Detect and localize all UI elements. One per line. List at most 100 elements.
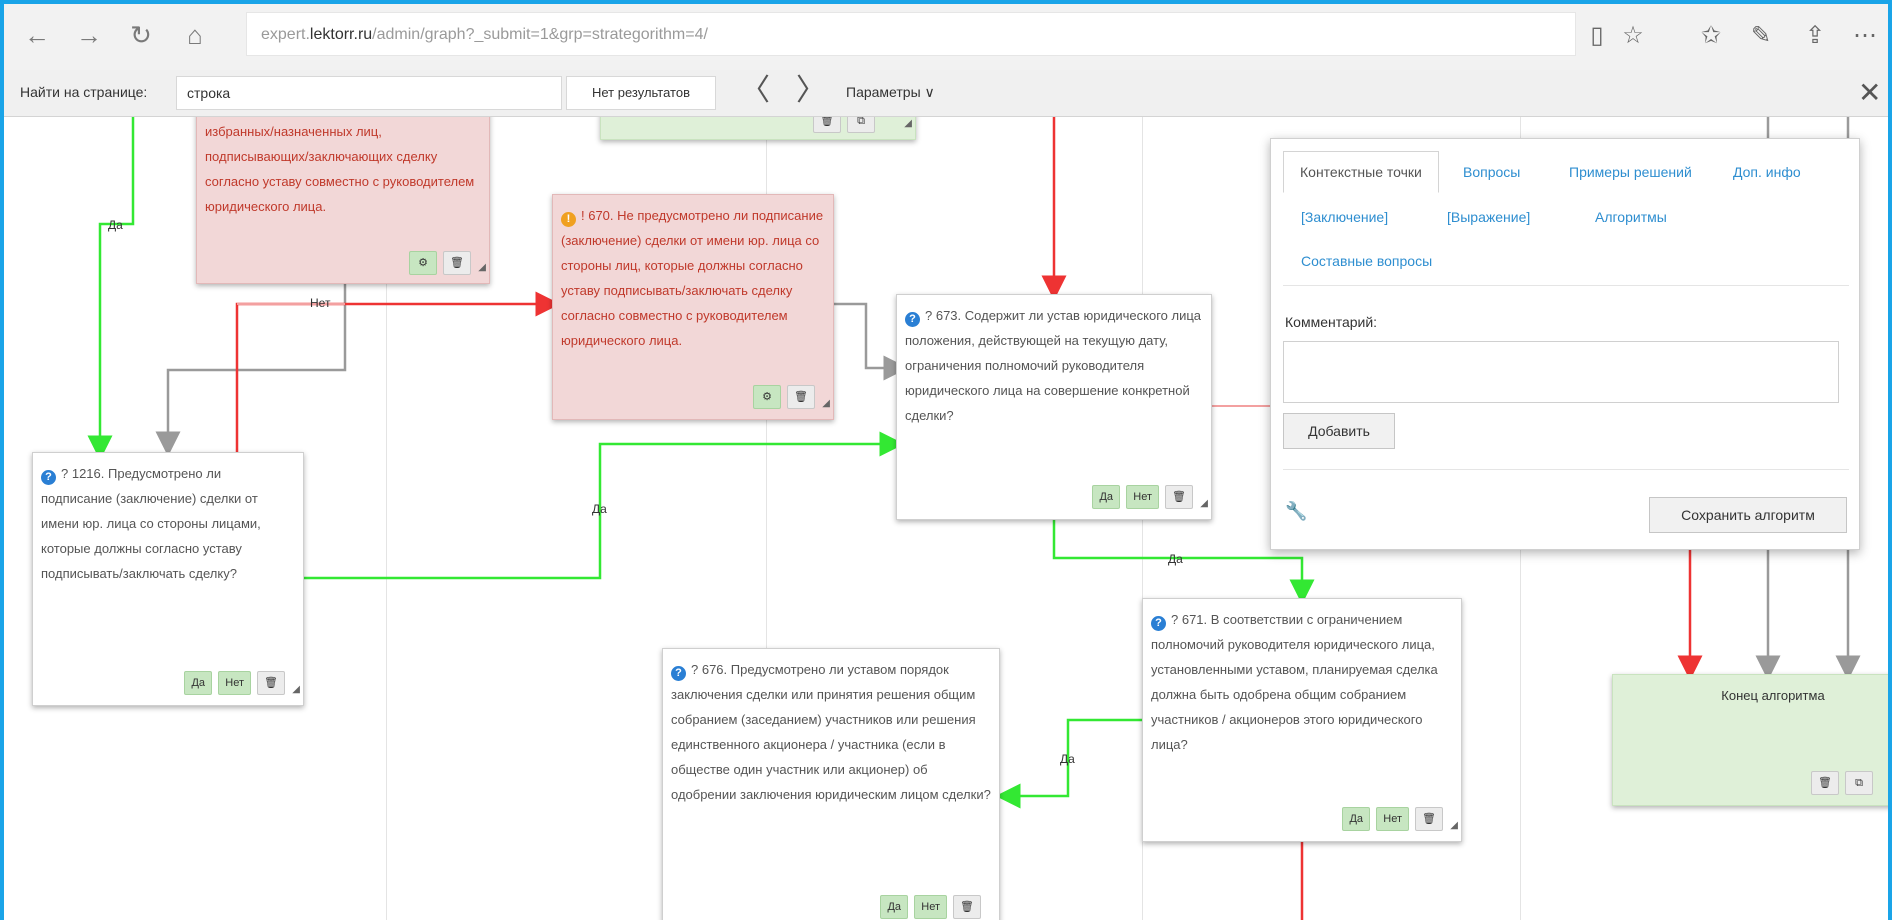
tab-solution-examples[interactable]: Примеры решений <box>1569 164 1692 180</box>
save-algorithm-button[interactable]: Сохранить алгоритм <box>1649 497 1847 533</box>
node-copy-button[interactable]: ⧉ <box>1845 771 1873 795</box>
node-text: Предусмотрено ли подписание (заключение)… <box>41 466 261 581</box>
flowchart-canvas[interactable]: Да Нет Да Да Да избранных/назначенных ли… <box>0 116 1892 920</box>
edge-yes <box>995 718 1142 809</box>
node-yes-button[interactable]: Да <box>1092 485 1121 509</box>
node-delete-button[interactable]: 🗑 <box>1811 771 1839 795</box>
warning-icon: ! <box>561 212 576 227</box>
find-options-button[interactable]: Параметры ∨ <box>846 84 935 101</box>
find-result: Нет результатов <box>566 76 716 110</box>
resize-handle-icon[interactable]: ◢ <box>1450 813 1458 838</box>
find-prev-icon[interactable]: 〈 <box>740 76 770 109</box>
back-icon[interactable]: ← <box>20 18 54 52</box>
tab-algorithms[interactable]: Алгоритмы <box>1595 209 1667 225</box>
node-id: ? 671. <box>1171 612 1208 627</box>
node-delete-button[interactable]: 🗑 <box>257 671 285 695</box>
share-icon[interactable]: ⇪ <box>1800 20 1830 50</box>
divider <box>1283 285 1849 286</box>
edge-no <box>235 291 561 452</box>
edge-label-yes: Да <box>108 218 123 232</box>
favorite-icon[interactable]: ☆ <box>1618 20 1648 50</box>
tab-compound-questions[interactable]: Составные вопросы <box>1301 253 1432 269</box>
node-copy-button[interactable]: ⧉ <box>847 116 875 133</box>
question-icon: ? <box>671 666 686 681</box>
node-delete-button[interactable]: 🗑 <box>787 385 815 409</box>
tab-questions[interactable]: Вопросы <box>1463 164 1520 180</box>
node-id: ? 673. <box>925 308 962 323</box>
more-icon[interactable]: ⋯ <box>1850 20 1880 50</box>
node-id: ? 676. <box>691 662 728 677</box>
node-yes-button[interactable]: Да <box>880 895 909 919</box>
node-id: ! 670. <box>581 208 614 223</box>
forward-icon[interactable]: → <box>72 18 106 52</box>
node-delete-button[interactable]: 🗑 <box>953 895 981 919</box>
url-path: /admin/graph?_submit=1&grp=strategorithm… <box>372 26 708 43</box>
flow-node-1216[interactable]: ? ? 1216. Предусмотрено ли подписание (за… <box>32 452 304 706</box>
reading-view-icon[interactable]: ▯ <box>1582 20 1612 50</box>
edge-yes <box>87 116 135 461</box>
algorithm-panel: Контекстные точки Вопросы Примеры решени… <box>1270 138 1860 550</box>
browser-toolbar: ← → ↻ ⌂ expert.lektorr.ru/admin/graph?_s… <box>0 0 1892 71</box>
edge-label-yes: Да <box>1168 552 1183 566</box>
node-text: В соответствии с ограничением полномочий… <box>1151 612 1438 752</box>
favorites-list-icon[interactable]: ✩ <box>1696 20 1726 50</box>
node-no-button[interactable]: Нет <box>914 895 947 919</box>
home-icon[interactable]: ⌂ <box>178 18 212 52</box>
resize-handle-icon[interactable]: ◢ <box>822 391 830 416</box>
comment-label: Комментарий: <box>1285 314 1378 330</box>
node-delete-button[interactable]: 🗑 <box>443 251 471 275</box>
add-button[interactable]: Добавить <box>1283 413 1395 449</box>
node-text: Содержит ли устав юридического лица поло… <box>905 308 1202 423</box>
node-gear-button[interactable]: ⚙ <box>753 385 781 409</box>
resize-handle-icon[interactable]: ◢ <box>904 116 912 136</box>
tab-expression[interactable]: [Выражение] <box>1447 209 1530 225</box>
node-text: Не предусмотрено ли подписание (заключен… <box>561 208 824 348</box>
find-label: Найти на странице: <box>20 84 148 100</box>
resize-handle-icon[interactable]: ◢ <box>1200 491 1208 516</box>
node-text: Конец алгоритма <box>1721 688 1825 703</box>
url-prefix: expert. <box>261 26 310 43</box>
flow-node-green[interactable]: 🗑 ⧉ ◢ <box>600 116 916 140</box>
edge-label-no: Нет <box>310 296 331 310</box>
resize-handle-icon[interactable]: ◢ <box>478 255 486 280</box>
flow-node-670[interactable]: ! ! 670. Не предусмотрено ли подписание (… <box>552 194 834 420</box>
tab-conclusion[interactable]: [Заключение] <box>1301 209 1388 225</box>
resize-handle-icon[interactable]: ◢ <box>292 677 300 702</box>
flow-node-end[interactable]: Конец алгоритма 🗑 ⧉ <box>1612 674 1892 806</box>
question-icon: ? <box>41 470 56 485</box>
node-delete-button[interactable]: 🗑 <box>1415 807 1443 831</box>
flow-node-676[interactable]: ? ? 676. Предусмотрено ли уставом порядок… <box>662 648 1000 920</box>
flow-node-673[interactable]: ? ? 673. Содержит ли устав юридического л… <box>896 294 1212 520</box>
question-icon: ? <box>905 312 920 327</box>
settings-icon[interactable]: 🔧 <box>1285 501 1307 522</box>
flow-node-red[interactable]: избранных/назначенных лиц, подписывающих… <box>196 116 490 284</box>
refresh-icon[interactable]: ↻ <box>124 18 158 52</box>
flow-node-671[interactable]: ? ? 671. В соответствии с ограничением по… <box>1142 598 1462 842</box>
notes-icon[interactable]: ✎ <box>1746 20 1776 50</box>
node-text: Предусмотрено ли уставом порядок заключе… <box>671 662 991 802</box>
edge-label-yes: Да <box>1060 752 1075 766</box>
find-close-icon[interactable]: ✕ <box>1858 76 1881 109</box>
node-no-button[interactable]: Нет <box>1126 485 1159 509</box>
divider <box>1283 469 1849 470</box>
node-no-button[interactable]: Нет <box>1376 807 1409 831</box>
find-input[interactable]: строка <box>176 76 562 110</box>
node-gear-button[interactable]: ⚙ <box>409 251 437 275</box>
url-domain: lektorr.ru <box>309 26 373 43</box>
comment-textarea[interactable] <box>1283 341 1839 403</box>
node-no-button[interactable]: Нет <box>218 671 251 695</box>
find-next-icon[interactable]: 〉 <box>796 76 826 109</box>
node-delete-button[interactable]: 🗑 <box>813 116 841 133</box>
node-text: избранных/назначенных лиц, подписывающих… <box>205 124 475 214</box>
find-bar: Найти на странице: строка Нет результато… <box>0 70 1892 117</box>
edge-neutral <box>833 302 909 381</box>
tab-extra-info[interactable]: Доп. инфо <box>1733 164 1801 180</box>
node-id: ? 1216. <box>61 466 105 481</box>
tab-context-points[interactable]: Контекстные точки <box>1283 151 1439 193</box>
node-yes-button[interactable]: Да <box>184 671 213 695</box>
edge-label-yes: Да <box>592 502 607 516</box>
address-bar[interactable]: expert.lektorr.ru/admin/graph?_submit=1&… <box>246 12 1576 56</box>
question-icon: ? <box>1151 616 1166 631</box>
node-yes-button[interactable]: Да <box>1342 807 1371 831</box>
node-delete-button[interactable]: 🗑 <box>1165 485 1193 509</box>
